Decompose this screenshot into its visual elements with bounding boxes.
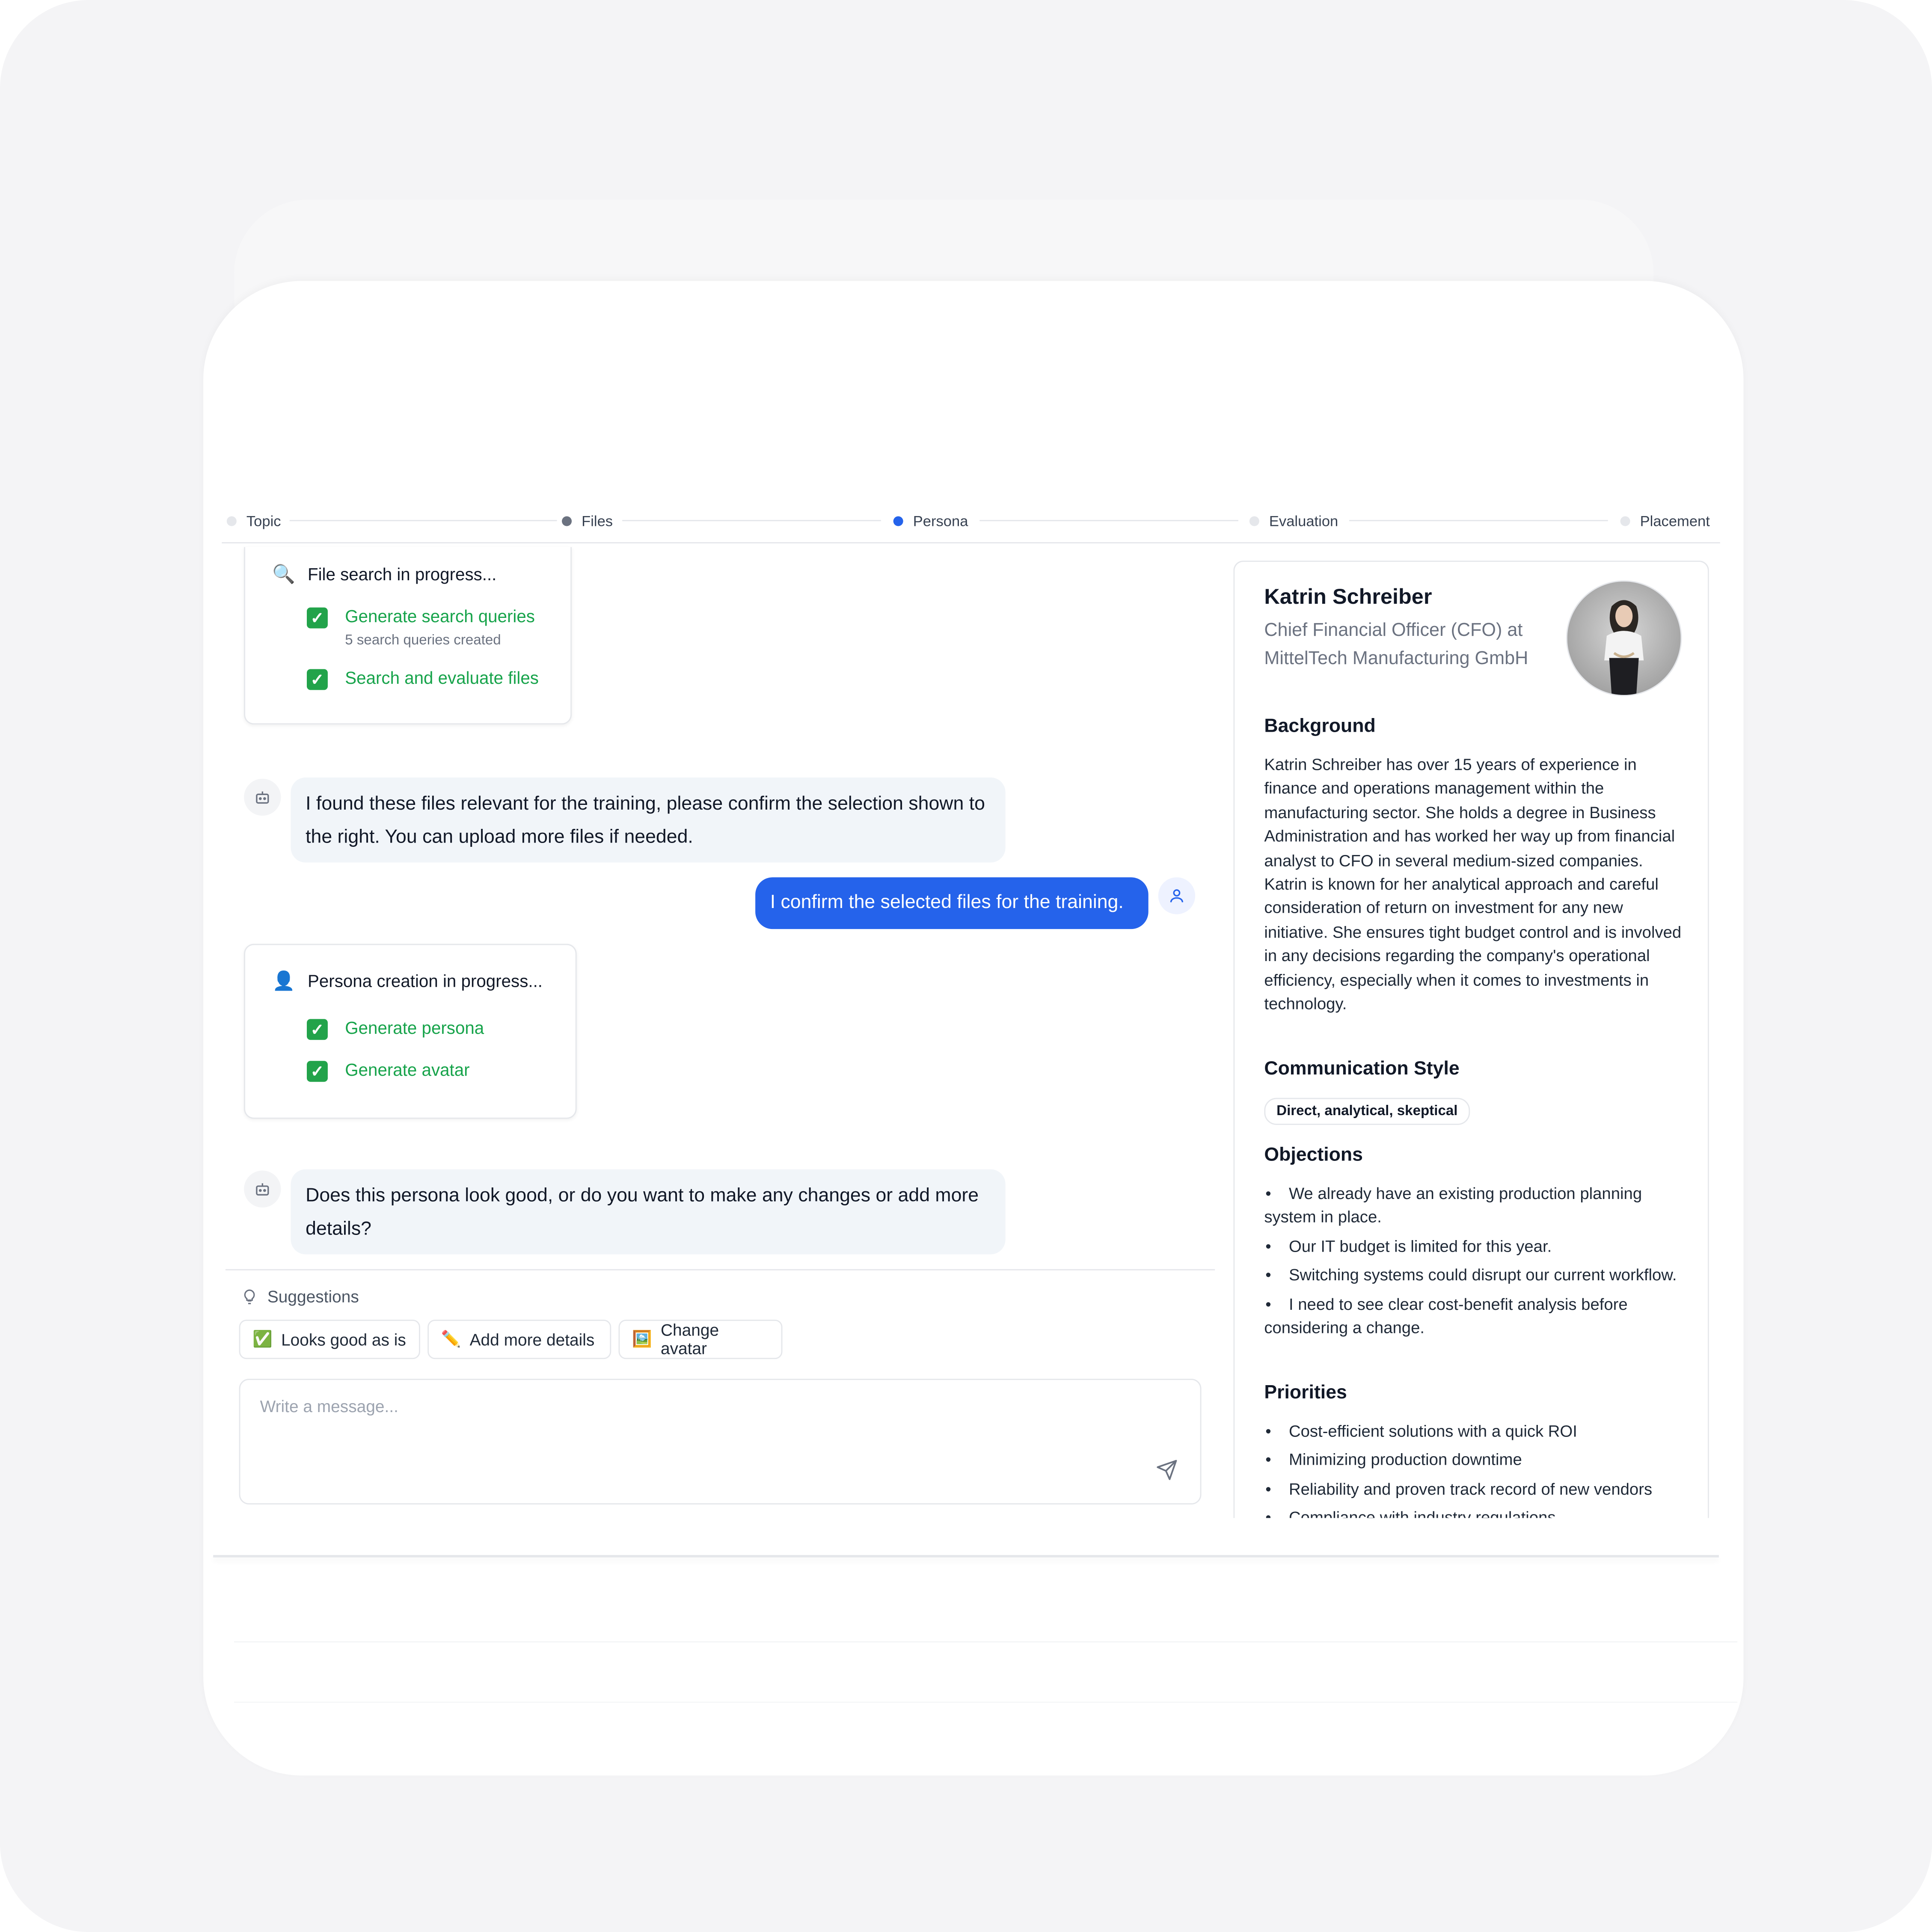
step-label: Topic xyxy=(246,512,281,530)
objection-item: We already have an existing production p… xyxy=(1264,1181,1689,1229)
file-search-card: 🔍 File search in progress... ✓ Generate … xyxy=(244,547,572,725)
step-label: Evaluation xyxy=(1269,512,1338,530)
progress-stepper: Topic Files Persona Evaluation Placement xyxy=(222,507,1720,543)
task-label: Search and evaluate files xyxy=(345,668,539,688)
picture-emoji-icon: 🖼️ xyxy=(632,1329,652,1348)
persona-creation-title: 👤 Persona creation in progress... xyxy=(272,970,543,992)
magnifier-icon: 🔍 xyxy=(272,564,296,585)
pencil-emoji-icon: ✏️ xyxy=(441,1329,461,1348)
objection-item: I need to see clear cost-benefit analysi… xyxy=(1264,1292,1689,1340)
step-connector xyxy=(1349,520,1608,522)
task-generate-persona: ✓ Generate persona xyxy=(306,1018,484,1040)
user-avatar xyxy=(1158,877,1196,914)
check-icon: ✓ xyxy=(306,1061,328,1082)
persona-portrait-image xyxy=(1567,582,1681,695)
screenshot-stage: Topic Files Persona Evaluation Placement… xyxy=(0,0,1932,1932)
persona-creation-title-text: Persona creation in progress... xyxy=(307,971,543,991)
priority-item: Compliance with industry regulations xyxy=(1264,1506,1689,1518)
step-dot xyxy=(1249,516,1259,526)
check-emoji-icon: ✅ xyxy=(252,1329,273,1348)
user-message: I confirm the selected files for the tra… xyxy=(755,877,1149,929)
step-evaluation[interactable]: Evaluation xyxy=(1244,512,1343,530)
suggestion-label: Looks good as is xyxy=(281,1330,406,1349)
robot-icon xyxy=(256,791,269,804)
check-icon: ✓ xyxy=(306,669,328,690)
bot-message: Does this persona look good, or do you w… xyxy=(291,1169,1006,1255)
file-search-title: 🔍 File search in progress... xyxy=(272,563,496,585)
message-input[interactable] xyxy=(257,1395,1125,1449)
lightbulb-icon xyxy=(244,1289,255,1304)
step-dot xyxy=(226,516,237,526)
robot-icon xyxy=(256,1183,269,1196)
task-label: Generate avatar xyxy=(345,1059,470,1080)
objections-list: We already have an existing production p… xyxy=(1264,1181,1689,1344)
task-detail: 5 search queries created xyxy=(345,633,501,648)
bot-message: I found these files relevant for the tra… xyxy=(291,777,1006,863)
step-topic[interactable]: Topic xyxy=(222,512,286,530)
step-label: Placement xyxy=(1640,512,1710,530)
suggestion-label: Add more details xyxy=(469,1330,595,1349)
suggestion-change-avatar-button[interactable]: 🖼️ Change avatar xyxy=(618,1319,783,1359)
person-silhouette-icon: 👤 xyxy=(272,971,296,992)
step-connector xyxy=(979,520,1238,522)
step-dot xyxy=(1620,516,1630,526)
step-files[interactable]: Files xyxy=(557,512,618,530)
step-persona[interactable]: Persona xyxy=(888,512,973,530)
persona-avatar[interactable] xyxy=(1566,580,1682,696)
step-dot xyxy=(562,516,572,526)
window-bottom-divider xyxy=(213,1555,1719,1558)
task-label: Generate persona xyxy=(345,1018,484,1038)
background-footer xyxy=(234,1641,1738,1703)
communication-style-badge: Direct, analytical, skeptical xyxy=(1264,1098,1470,1125)
background-heading: Background xyxy=(1264,715,1376,737)
task-label: Generate search queries xyxy=(345,606,535,626)
bot-avatar xyxy=(244,1170,281,1208)
priority-item: Minimizing production downtime xyxy=(1264,1448,1689,1472)
send-icon[interactable] xyxy=(1156,1459,1178,1481)
composer-divider xyxy=(225,1269,1215,1270)
task-generate-queries: ✓ Generate search queries 5 search queri… xyxy=(306,606,535,648)
persona-panel: Katrin Schreiber Chief Financial Officer… xyxy=(1233,561,1709,1518)
communication-heading: Communication Style xyxy=(1264,1058,1460,1080)
background-text: Katrin Schreiber has over 15 years of ex… xyxy=(1264,755,1682,1013)
suggestion-label: Change avatar xyxy=(660,1321,719,1358)
persona-name: Katrin Schreiber xyxy=(1264,584,1432,609)
step-label: Persona xyxy=(913,512,968,530)
priority-item: Reliability and proven track record of n… xyxy=(1264,1477,1689,1501)
check-icon: ✓ xyxy=(306,607,328,629)
suggestion-add-details-button[interactable]: ✏️ Add more details xyxy=(427,1319,611,1359)
priorities-heading: Priorities xyxy=(1264,1382,1347,1404)
priorities-list: Cost-efficient solutions with a quick RO… xyxy=(1264,1419,1689,1518)
message-composer xyxy=(239,1379,1202,1505)
step-dot xyxy=(893,516,903,526)
task-generate-avatar: ✓ Generate avatar xyxy=(306,1059,470,1082)
check-icon: ✓ xyxy=(306,1019,328,1040)
suggestion-looks-good-button[interactable]: ✅ Looks good as is xyxy=(239,1319,420,1359)
objection-item: Our IT budget is limited for this year. xyxy=(1264,1235,1689,1258)
suggestions-heading-text: Suggestions xyxy=(267,1288,359,1306)
objections-heading: Objections xyxy=(1264,1145,1363,1166)
step-connector xyxy=(289,520,561,522)
bot-avatar xyxy=(244,778,281,816)
objection-item: Switching systems could disrupt our curr… xyxy=(1264,1263,1689,1287)
file-search-title-text: File search in progress... xyxy=(307,564,497,584)
task-search-files: ✓ Search and evaluate files xyxy=(306,668,539,690)
persona-role: Chief Financial Officer (CFO) at MittelT… xyxy=(1264,620,1528,669)
step-label: Files xyxy=(582,512,613,530)
user-icon xyxy=(1170,889,1184,902)
step-connector xyxy=(622,520,881,522)
priority-item: Cost-efficient solutions with a quick RO… xyxy=(1264,1419,1689,1443)
suggestions-heading: Suggestions xyxy=(241,1288,359,1306)
persona-creation-card: 👤 Persona creation in progress... ✓ Gene… xyxy=(244,944,577,1119)
step-placement[interactable]: Placement xyxy=(1615,512,1715,530)
